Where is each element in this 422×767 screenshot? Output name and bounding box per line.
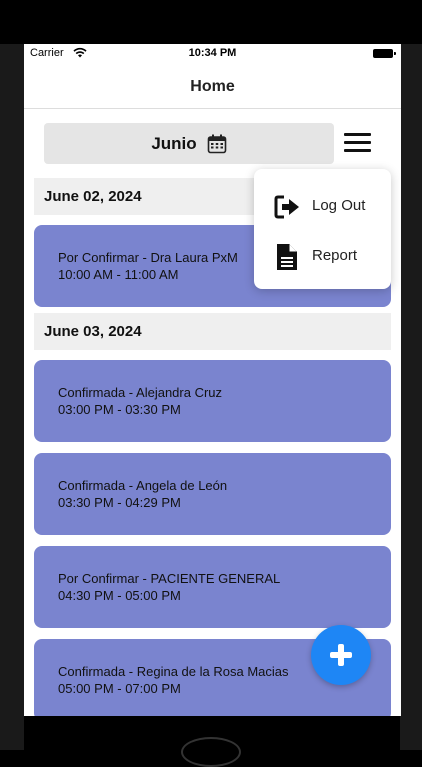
hamburger-menu-button[interactable]: [344, 131, 372, 155]
options-menu-popup: Log Out Report: [254, 169, 391, 289]
menu-bar-icon: [344, 149, 371, 152]
menu-bar-icon: [344, 133, 371, 136]
appointment-card[interactable]: Confirmada - Alejandra Cruz 03:00 PM - 0…: [34, 360, 391, 442]
device-bezel-top: [0, 0, 422, 44]
device-bezel-left: [0, 0, 24, 750]
appointment-card[interactable]: Por Confirmar - PACIENTE GENERAL 04:30 P…: [34, 546, 391, 628]
app-screen: Carrier 10:34 PM Home Junio June 02, 202…: [24, 44, 401, 716]
appointment-title: Confirmada - Alejandra Cruz: [58, 385, 223, 400]
appointment-title: Por Confirmar - PACIENTE GENERAL: [58, 571, 281, 586]
logout-menu-item[interactable]: Log Out: [254, 183, 391, 228]
appointment-time: 03:30 PM - 04:29 PM: [58, 495, 181, 510]
add-appointment-button[interactable]: [311, 625, 371, 685]
month-selector-button[interactable]: Junio: [44, 123, 334, 164]
status-bar: Carrier 10:34 PM: [24, 44, 401, 64]
status-time: 10:34 PM: [188, 47, 237, 59]
logout-label: Log Out: [312, 197, 366, 214]
page-title: Home: [190, 78, 235, 95]
home-button: [181, 737, 241, 767]
calendar-icon: [207, 134, 226, 153]
report-label: Report: [312, 247, 358, 264]
device-bezel-right: [400, 0, 422, 750]
month-label: Junio: [151, 133, 197, 153]
battery-icon: [373, 49, 396, 58]
navigation-bar: Home: [24, 64, 401, 109]
document-icon: [277, 244, 297, 270]
menu-bar-icon: [344, 141, 371, 144]
report-menu-item[interactable]: Report: [254, 233, 391, 278]
appointment-card[interactable]: Confirmada - Angela de León 03:30 PM - 0…: [34, 453, 391, 535]
appointment-time: 03:00 PM - 03:30 PM: [58, 402, 181, 417]
appointment-title: Confirmada - Angela de León: [58, 478, 228, 493]
appointment-time: 04:30 PM - 05:00 PM: [58, 588, 181, 603]
date-header: June 03, 2024: [34, 313, 391, 350]
logout-icon: [274, 195, 299, 219]
